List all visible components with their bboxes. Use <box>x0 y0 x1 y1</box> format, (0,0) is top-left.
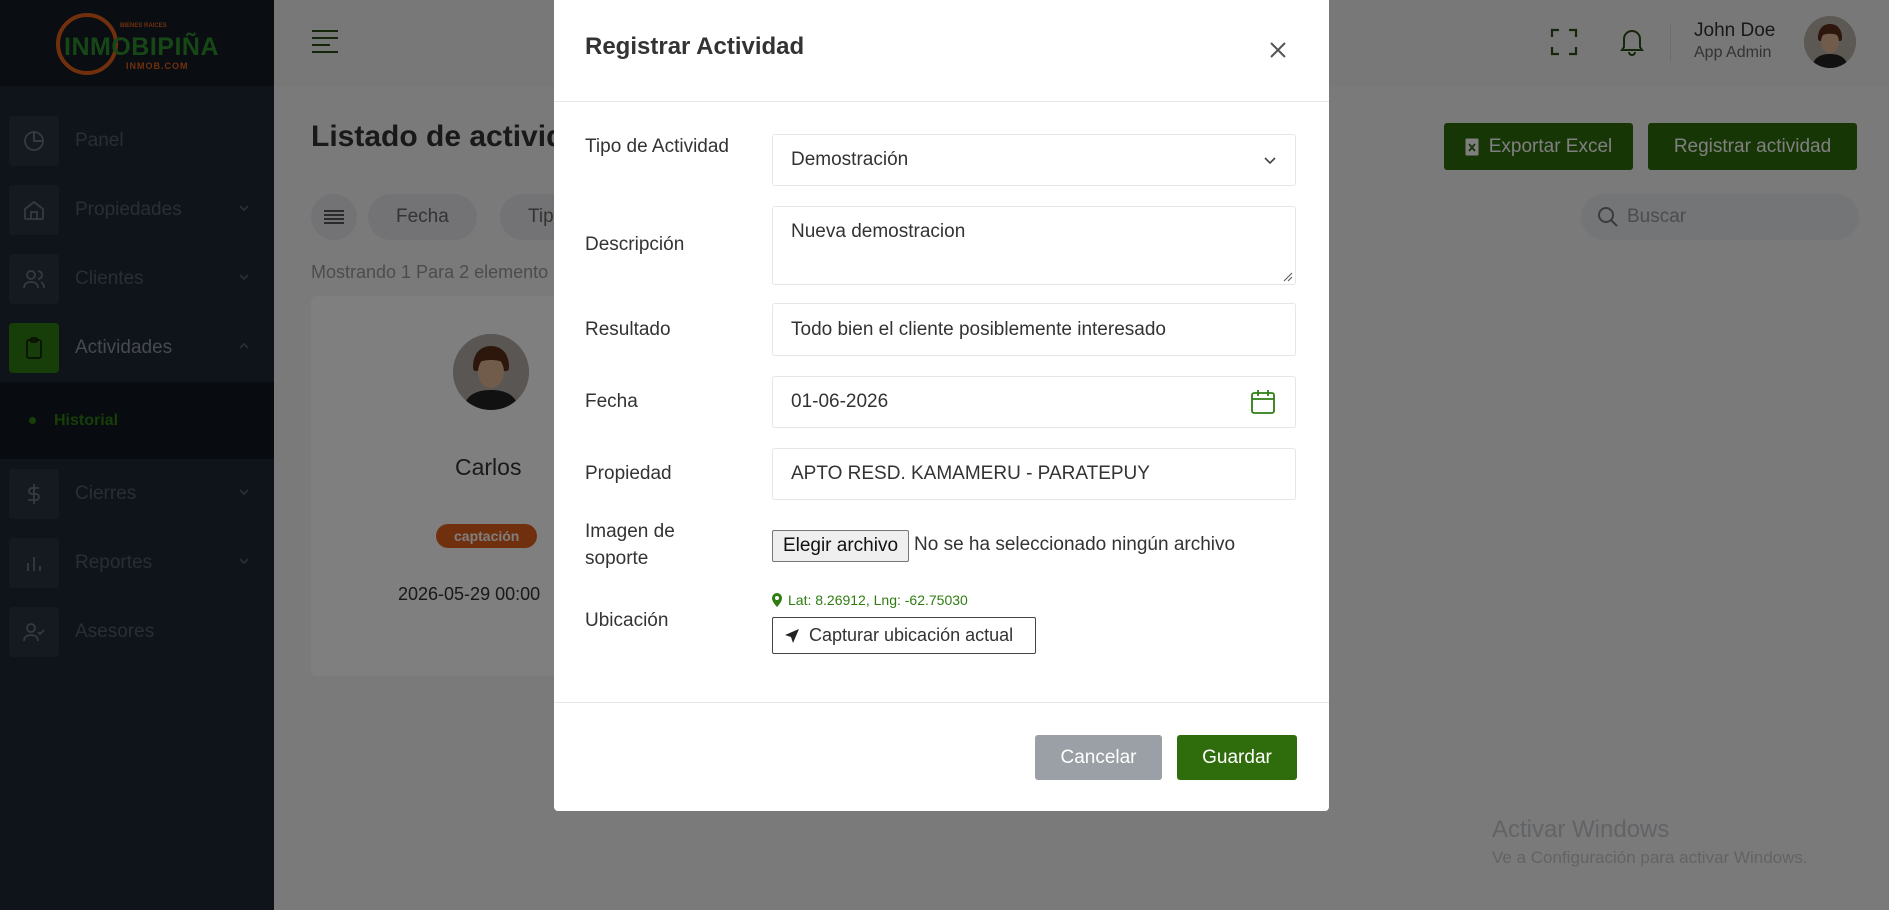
register-activity-modal: Registrar Actividad Tipo de Actividad De… <box>554 0 1329 811</box>
fecha-input[interactable]: 01-06-2026 <box>772 376 1296 428</box>
fecha-value: 01-06-2026 <box>791 391 889 412</box>
map-pin-icon <box>772 593 782 607</box>
modal-divider <box>554 702 1329 703</box>
propiedad-label: Propiedad <box>585 463 672 484</box>
resultado-input[interactable]: Todo bien el cliente posiblemente intere… <box>772 303 1296 356</box>
resultado-value: Todo bien el cliente posiblemente intere… <box>791 318 1166 340</box>
close-icon[interactable] <box>1268 40 1288 60</box>
imagen-soporte-label: Imagen de soporte <box>585 521 675 569</box>
modal-title: Registrar Actividad <box>585 33 805 60</box>
ubicacion-label: Ubicación <box>585 610 669 631</box>
fecha-label: Fecha <box>585 391 638 412</box>
descripcion-value: Nueva demostracion <box>791 221 966 242</box>
modal-divider <box>554 101 1329 102</box>
propiedad-input[interactable]: APTO RESD. KAMAMERU - PARATEPUY <box>772 448 1296 500</box>
cancel-button[interactable]: Cancelar <box>1035 735 1162 780</box>
resultado-label: Resultado <box>585 319 671 340</box>
save-button[interactable]: Guardar <box>1177 735 1297 780</box>
tipo-actividad-label: Tipo de Actividad <box>585 136 729 157</box>
chevron-down-icon <box>1264 157 1276 165</box>
descripcion-textarea[interactable]: Nueva demostracion <box>772 206 1296 285</box>
tipo-actividad-select[interactable]: Demostración <box>772 134 1296 186</box>
descripcion-label: Descripción <box>585 234 685 255</box>
propiedad-value: APTO RESD. KAMAMERU - PARATEPUY <box>791 463 1150 484</box>
choose-file-button[interactable]: Elegir archivo <box>772 530 909 562</box>
coords-text: Lat: 8.26912, Lng: -62.75030 <box>788 592 968 608</box>
calendar-icon[interactable] <box>1249 388 1277 416</box>
tipo-actividad-value: Demostración <box>791 149 909 170</box>
navigation-arrow-icon <box>785 628 799 643</box>
location-coords: Lat: 8.26912, Lng: -62.75030 <box>772 592 968 608</box>
capture-location-label: Capturar ubicación actual <box>809 625 1014 645</box>
resize-grip-icon[interactable] <box>1283 272 1293 282</box>
file-status: No se ha seleccionado ningún archivo <box>914 534 1236 555</box>
capture-location-button[interactable]: Capturar ubicación actual <box>772 617 1036 654</box>
